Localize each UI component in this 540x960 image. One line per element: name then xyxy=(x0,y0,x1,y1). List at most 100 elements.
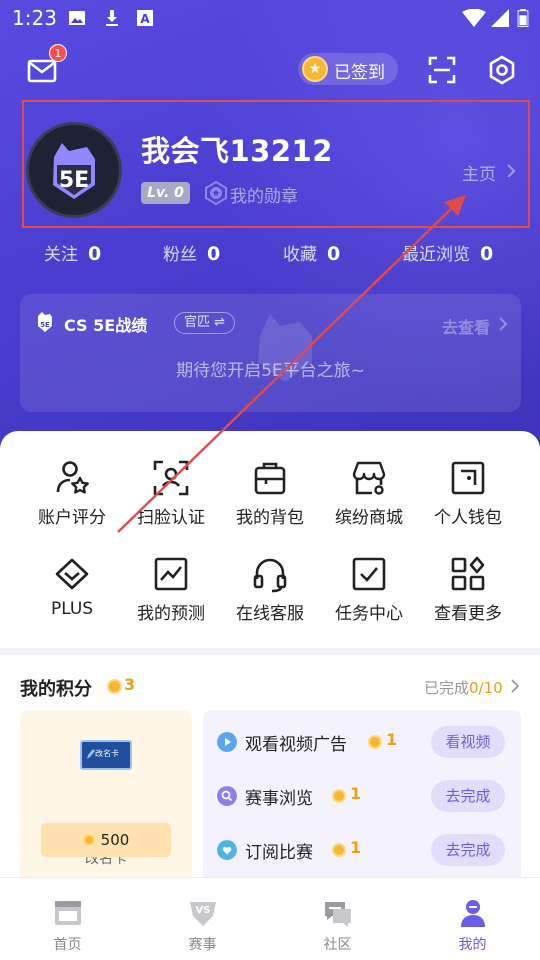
points-section: 我的积分 3 已完成0/10 改名卡 改名卡 500 观看视频广告 1 看视频 … xyxy=(0,655,540,877)
chevron-right-icon xyxy=(511,679,519,693)
grid-store[interactable]: 缤纷商城 xyxy=(315,459,423,539)
svg-text:5E: 5E xyxy=(59,168,89,193)
grid-plus[interactable]: PLUS xyxy=(18,555,126,635)
rename-price: 500 xyxy=(100,831,130,849)
watch-video-button[interactable]: 看视频 xyxy=(431,726,505,758)
grid-label: 扫脸认证 xyxy=(137,508,205,528)
rename-price-button[interactable]: 500 xyxy=(41,823,171,857)
level-badge: Lv. 0 xyxy=(141,182,190,204)
progress-label: 已完成 xyxy=(424,679,470,697)
face-scan-icon xyxy=(153,460,189,496)
plus-diamond-icon xyxy=(55,558,89,590)
chat-icon xyxy=(324,902,351,927)
tab-label: 首页 xyxy=(53,937,82,953)
stat-value: 0 xyxy=(480,243,494,265)
grid-task-center[interactable]: 任务中心 xyxy=(315,555,423,635)
svg-text:5E: 5E xyxy=(40,321,50,329)
cs-view-link[interactable]: 去查看 xyxy=(442,314,490,338)
medal-link[interactable]: 我的勋章 xyxy=(230,182,298,207)
cs-logo-icon: 5E xyxy=(38,312,52,332)
backpack-icon xyxy=(254,462,286,495)
stat-label: 关注 xyxy=(44,245,78,265)
tab-home[interactable]: 首页 xyxy=(0,878,135,960)
points-progress[interactable]: 已完成0/10 xyxy=(424,677,503,698)
points-title: 我的积分 xyxy=(20,679,92,700)
avatar[interactable]: 5E xyxy=(26,122,122,218)
task-reward: 1 xyxy=(350,784,362,803)
stat-value: 0 xyxy=(327,243,341,265)
grid-label: 在线客服 xyxy=(236,604,304,624)
svg-text:A: A xyxy=(140,12,150,26)
pencil-icon xyxy=(87,749,95,759)
wifi-icon xyxy=(462,9,486,27)
task-row-subscribe: 订阅比赛 1 去完成 xyxy=(203,832,521,868)
grid-label: 个人钱包 xyxy=(434,508,502,528)
grid-account-rating[interactable]: 账户评分 xyxy=(18,459,126,539)
username: 我会飞13212 xyxy=(141,134,333,168)
tab-community[interactable]: 社区 xyxy=(270,878,405,960)
home-icon xyxy=(54,901,81,925)
medal-icon[interactable] xyxy=(204,181,228,205)
stat-favorites[interactable]: 收藏 0 xyxy=(283,240,340,265)
task-name: 赛事浏览 xyxy=(245,789,313,809)
tab-matches[interactable]: VS 赛事 xyxy=(135,878,270,960)
play-icon xyxy=(217,732,237,752)
stat-label: 收藏 xyxy=(283,245,317,265)
grid-face-scan[interactable]: 扫脸认证 xyxy=(117,459,225,539)
stat-recent[interactable]: 最近浏览 0 xyxy=(402,240,493,265)
download-icon xyxy=(106,10,118,26)
grid-backpack[interactable]: 我的背包 xyxy=(216,459,324,539)
grid-label: 账户评分 xyxy=(38,508,106,528)
battery-icon xyxy=(517,9,529,27)
stat-following[interactable]: 关注 0 xyxy=(44,240,101,265)
grid-more[interactable]: 查看更多 xyxy=(414,555,522,635)
stat-fans[interactable]: 粉丝 0 xyxy=(163,240,220,265)
signal-icon xyxy=(491,9,509,27)
complete-browse-button[interactable]: 去完成 xyxy=(431,780,505,812)
cs-record-card[interactable]: 5E CS 5E战绩 官匹 ⇌ 去查看 期待您开启5E平台之旅~ xyxy=(20,294,521,412)
task-name: 订阅比赛 xyxy=(245,843,313,863)
more-grid-icon xyxy=(451,556,485,591)
home-link[interactable]: 主页 xyxy=(462,160,496,185)
vs-icon: VS xyxy=(189,902,216,926)
stat-value: 0 xyxy=(207,243,221,265)
headset-icon xyxy=(253,558,287,593)
task-reward: 1 xyxy=(386,730,398,749)
prediction-icon xyxy=(154,557,188,591)
grid-label: 我的预测 xyxy=(137,604,205,624)
account-rating-icon xyxy=(56,461,89,494)
signin-button[interactable]: ★ 已签到 xyxy=(298,53,398,85)
heart-icon xyxy=(217,840,237,860)
task-row-browse: 赛事浏览 1 去完成 xyxy=(203,778,521,814)
coin-icon xyxy=(332,843,346,857)
image-icon xyxy=(69,11,85,25)
chevron-right-icon xyxy=(507,164,516,178)
cs-mode-tag[interactable]: 官匹 ⇌ xyxy=(174,312,236,334)
chevron-right-icon xyxy=(499,317,508,331)
tab-label: 赛事 xyxy=(188,937,217,953)
tab-mine[interactable]: 我的 xyxy=(405,878,540,960)
signin-label: 已签到 xyxy=(334,63,385,83)
task-reward: 1 xyxy=(350,838,362,857)
grid-prediction[interactable]: 我的预测 xyxy=(117,555,225,635)
status-bar: 1:23 A xyxy=(0,0,540,36)
a-icon: A xyxy=(137,10,153,26)
stat-label: 粉丝 xyxy=(163,245,197,265)
stat-value: 0 xyxy=(88,243,102,265)
grid-label: PLUS xyxy=(50,599,94,619)
scan-icon[interactable] xyxy=(428,56,456,84)
points-value: 3 xyxy=(124,675,136,694)
signin-coin-icon: ★ xyxy=(302,56,328,82)
tab-label: 我的 xyxy=(458,937,487,953)
grid-customer-service[interactable]: 在线客服 xyxy=(216,555,324,635)
mail-badge: 1 xyxy=(49,44,67,62)
top-bar: 1 ★ 已签到 xyxy=(0,44,540,92)
settings-icon[interactable] xyxy=(487,55,517,85)
feature-grid: 账户评分 扫脸认证 我的背包 缤纷商城 个人钱包 PLUS 我的预测 在线客服 … xyxy=(0,431,540,648)
task-list: 观看视频广告 1 看视频 赛事浏览 1 去完成 订阅比赛 1 去完成 xyxy=(203,710,521,877)
cs-title: CS 5E战绩 xyxy=(64,316,148,335)
grid-wallet[interactable]: 个人钱包 xyxy=(414,459,522,539)
complete-subscribe-button[interactable]: 去完成 xyxy=(431,834,505,866)
rename-card-text: 改名卡 xyxy=(95,749,119,758)
rename-card-image: 改名卡 xyxy=(80,740,132,770)
